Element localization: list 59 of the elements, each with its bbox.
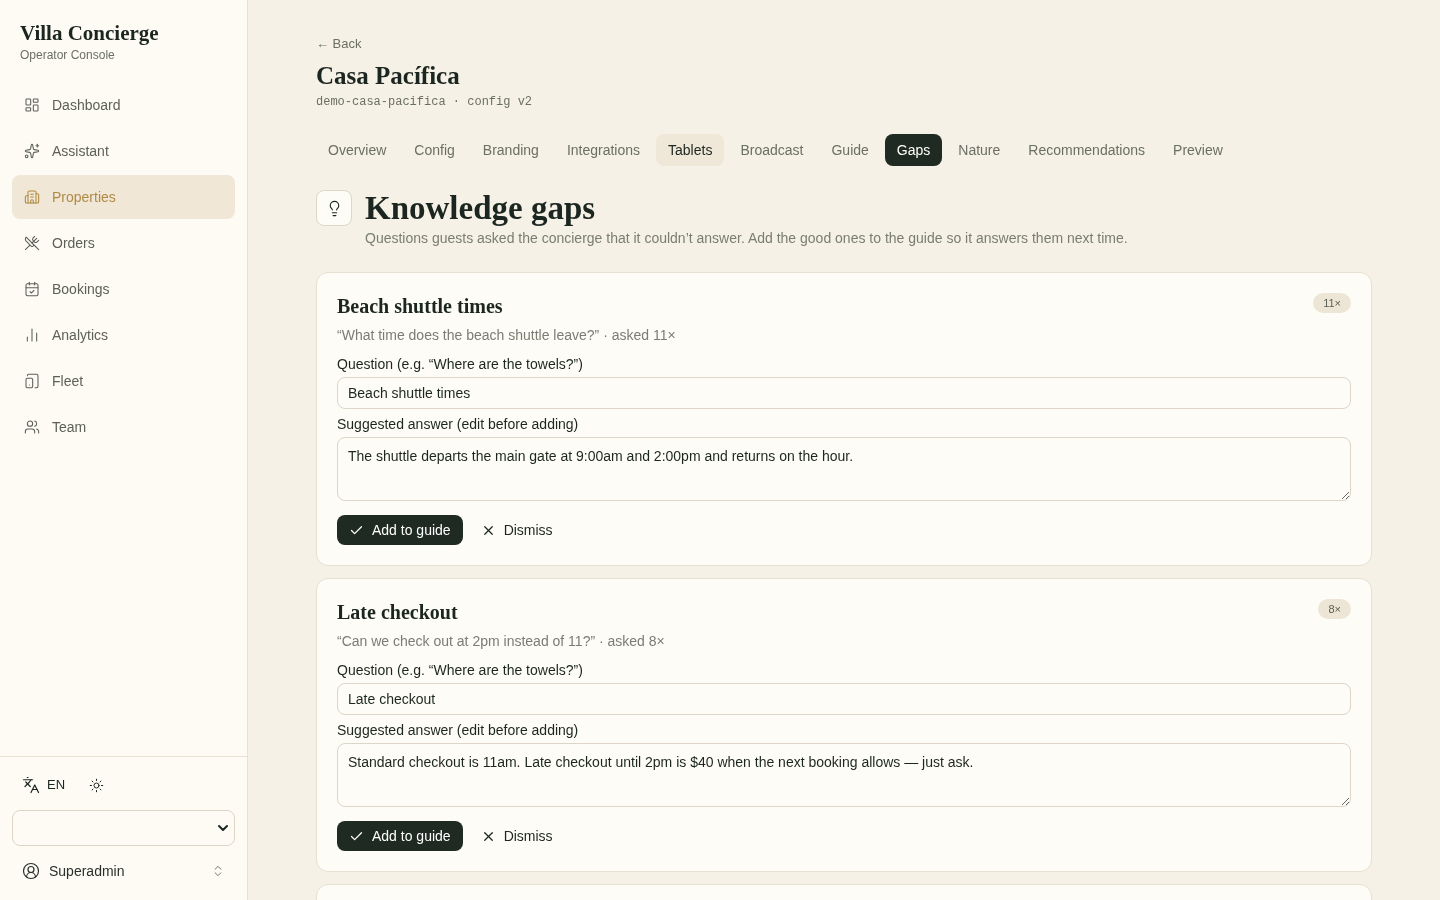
brand-title: Villa Concierge	[20, 20, 159, 47]
section-description: Questions guests asked the concierge that it couldn’t answer. Add the good ones to the guide so it answers them next time.	[365, 229, 1128, 248]
property-meta: demo-casa-pacifica · config v2	[316, 94, 533, 110]
tab[interactable]: Overview	[316, 134, 399, 166]
tab[interactable]: Guide	[819, 134, 881, 166]
sidebar-nav-item[interactable]: Orders	[12, 221, 235, 265]
answer-textarea[interactable]: Standard checkout is 11am. Late checkout until 2pm is $40 when the next booking allows — just ask.	[337, 743, 1351, 807]
add-to-guide-button[interactable]: Add to guide	[337, 515, 463, 545]
sidebar-nav-item[interactable]: Dashboard	[12, 83, 235, 127]
section-title: Knowledge gaps	[365, 190, 596, 226]
user-menu-button[interactable]: Superadmin	[12, 855, 235, 887]
calendar-check-icon	[24, 281, 40, 297]
sidebar-nav-item[interactable]: Team	[12, 405, 235, 449]
sidebar-nav-item[interactable]: Fleet	[12, 359, 235, 403]
gap-summary: “What time does the beach shuttle leave?” · asked 11×	[337, 326, 676, 345]
bar-chart-icon	[24, 327, 40, 343]
lightbulb-icon	[316, 190, 352, 226]
tab[interactable]: Preview	[1161, 134, 1235, 166]
field-label: Question (e.g. “Where are the towels?”)	[337, 355, 583, 374]
tab[interactable]: Nature	[946, 134, 1013, 166]
question-input[interactable]: Late checkout	[337, 683, 1351, 715]
sparkles-icon	[24, 143, 40, 159]
select-field[interactable]	[12, 810, 235, 846]
count-badge: 11×	[1313, 293, 1351, 313]
translate-icon	[22, 776, 40, 794]
add-to-guide-button[interactable]: Add to guide	[337, 821, 463, 851]
tab[interactable]: Tablets	[656, 134, 725, 166]
theme-toggle-button[interactable]	[89, 777, 105, 793]
field-label: Suggested answer (edit before adding)	[337, 721, 579, 740]
brand-subtitle: Operator Console	[20, 47, 115, 63]
tab[interactable]: Broadcast	[728, 134, 816, 166]
field-label: Suggested answer (edit before adding)	[337, 415, 579, 434]
sun-icon	[89, 777, 105, 793]
tab[interactable]: Gaps	[884, 134, 943, 166]
tablet-phone-icon	[24, 373, 40, 389]
tab[interactable]: Recommendations	[1016, 134, 1158, 166]
user-avatar-icon	[22, 862, 40, 880]
sidebar-nav-item[interactable]: Assistant	[12, 129, 235, 173]
sidebar-nav-item[interactable]: Analytics	[12, 313, 235, 357]
back-link[interactable]: ← Back	[316, 34, 362, 54]
gap-title: Beach shuttle times	[337, 294, 503, 319]
answer-textarea[interactable]: The shuttle departs the main gate at 9:00am and 2:00pm and returns on the hour.	[337, 437, 1351, 501]
field-label: Question (e.g. “Where are the towels?”)	[337, 661, 583, 680]
fork-knife-icon	[24, 235, 40, 251]
dashboard-grid-icon	[24, 97, 40, 113]
gap-title: Late checkout	[337, 600, 458, 625]
sidebar-nav-item[interactable]: Bookings	[12, 267, 235, 311]
dismiss-button[interactable]: Dismiss	[472, 515, 561, 545]
tab[interactable]: Branding	[470, 134, 551, 166]
building-icon	[24, 189, 40, 205]
tab[interactable]: Integrations	[554, 134, 653, 166]
users-icon	[24, 419, 40, 435]
tab[interactable]: Config	[402, 134, 467, 166]
dismiss-button[interactable]: Dismiss	[472, 821, 561, 851]
property-title: Casa Pacífica	[316, 61, 460, 91]
language-button[interactable]: EN	[22, 775, 66, 795]
gap-summary: “Can we check out at 2pm instead of 11?” · asked 8×	[337, 632, 665, 651]
question-input[interactable]: Beach shuttle times	[337, 377, 1351, 409]
count-badge: 8×	[1318, 599, 1351, 619]
